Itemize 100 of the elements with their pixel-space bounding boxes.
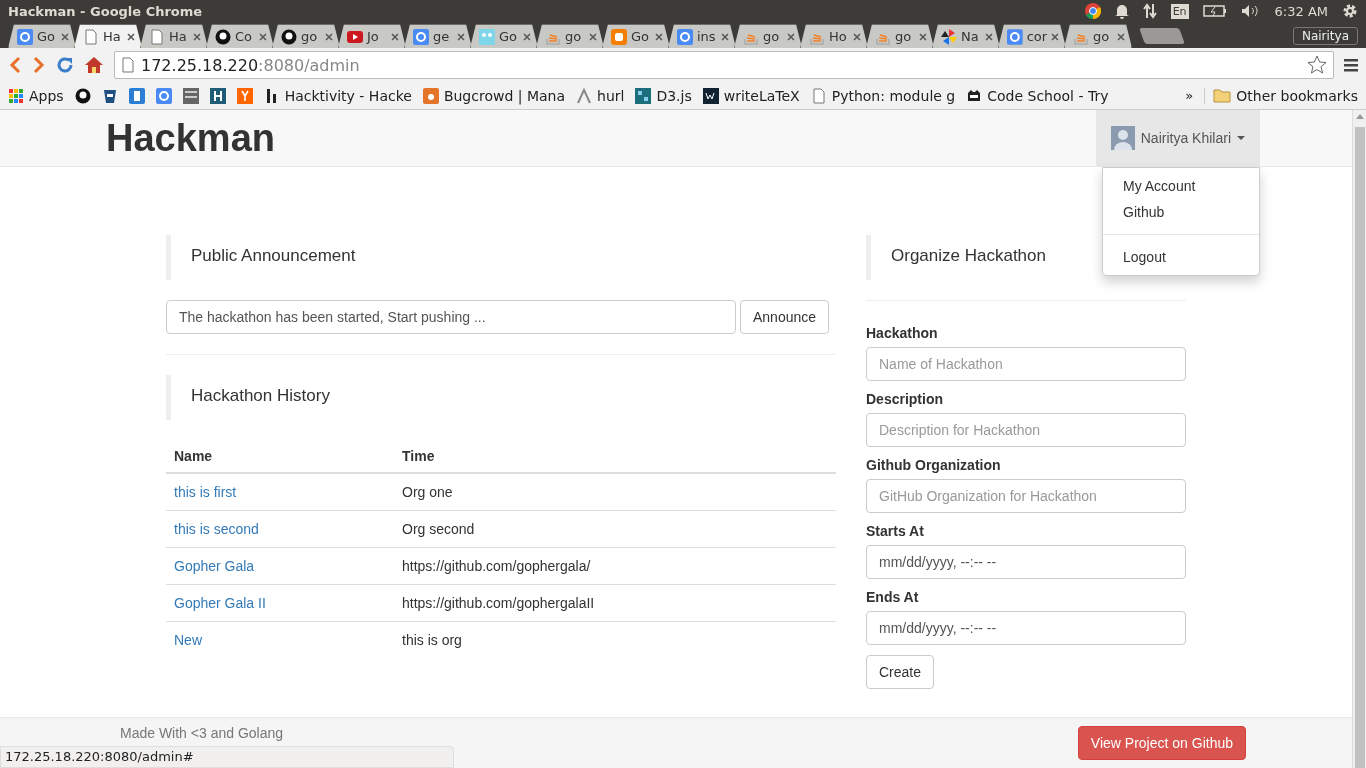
field-label: Description xyxy=(866,391,944,407)
announcement-field[interactable]: The hackathon has been started, Start pushing ... xyxy=(166,300,736,334)
browser-tab[interactable]: go xyxy=(536,24,604,48)
close-icon[interactable] xyxy=(127,32,135,41)
bookmark[interactable]: Apps xyxy=(8,87,64,104)
user-menu-button[interactable]: Nairitya Khilari xyxy=(1095,110,1260,166)
url-path: :8080/admin xyxy=(258,55,360,75)
close-icon[interactable] xyxy=(589,32,597,41)
bookmark[interactable]: D3.js xyxy=(635,87,692,104)
field-label: Starts At xyxy=(866,523,925,539)
more-bookmarks-button[interactable]: » xyxy=(1185,88,1194,103)
close-icon[interactable] xyxy=(853,32,861,41)
square-icon xyxy=(702,87,719,104)
chrome-icon[interactable] xyxy=(1084,3,1101,19)
table-cell: this is org xyxy=(402,631,462,648)
browser-tab[interactable]: Ha xyxy=(140,24,208,48)
avatar xyxy=(1110,126,1135,150)
hackathon-link[interactable]: New xyxy=(174,631,202,648)
close-icon[interactable] xyxy=(325,32,333,41)
forward-icon[interactable] xyxy=(32,56,46,74)
close-icon[interactable] xyxy=(61,32,69,41)
bookmark[interactable]: writeLaTeX xyxy=(702,87,800,104)
close-icon[interactable] xyxy=(457,32,465,41)
input-field[interactable]: Name of Hackathon xyxy=(866,347,1186,381)
bell-icon[interactable] xyxy=(1114,3,1129,19)
address-bar[interactable]: 172.25.18.220:8080/admin xyxy=(114,51,1334,79)
announce-button[interactable]: Announce xyxy=(740,300,830,334)
input-field[interactable]: Description for Hackathon xyxy=(866,413,1186,447)
volume-icon[interactable] xyxy=(1240,4,1261,18)
close-icon[interactable] xyxy=(391,32,399,41)
hackathon-link[interactable]: Gopher Gala xyxy=(174,557,255,574)
browser-tab[interactable]: Ha xyxy=(74,24,142,48)
battery-icon[interactable] xyxy=(1202,4,1227,18)
column-header: Time xyxy=(394,440,836,473)
close-icon[interactable] xyxy=(985,32,993,41)
github-icon xyxy=(74,87,91,104)
browser-tab[interactable]: cor xyxy=(998,24,1066,48)
create-button[interactable]: Create xyxy=(866,655,935,689)
close-icon[interactable] xyxy=(919,32,927,41)
browser-tab[interactable]: go xyxy=(1064,24,1132,48)
profile-button[interactable]: Nairitya xyxy=(1292,27,1358,45)
browser-tab[interactable]: Go xyxy=(602,24,670,48)
brand-logo[interactable]: Hackman xyxy=(106,116,275,160)
new-tab-button[interactable] xyxy=(1139,28,1185,44)
close-icon[interactable] xyxy=(721,32,729,41)
browser-tab[interactable]: Co xyxy=(206,24,274,48)
folder-icon xyxy=(1213,88,1232,103)
arch-icon xyxy=(576,87,592,104)
close-icon[interactable] xyxy=(787,32,795,41)
bookmark[interactable]: Bugcrowd | Mana xyxy=(422,87,565,104)
close-icon[interactable] xyxy=(655,32,663,41)
clock[interactable]: 6:32 AM xyxy=(1274,3,1328,19)
browser-tab[interactable]: Ho xyxy=(800,24,868,48)
github-button[interactable]: View Project on Github xyxy=(1077,726,1246,760)
google-icon xyxy=(17,28,33,45)
menu-icon[interactable] xyxy=(1344,58,1358,72)
browser-tab[interactable]: Na xyxy=(932,24,1000,48)
field-label: Hackathon xyxy=(866,325,939,341)
network-icon[interactable] xyxy=(1142,3,1157,19)
close-icon[interactable] xyxy=(523,32,531,41)
gopher-icon xyxy=(479,28,495,45)
input-field[interactable]: GitHub Organization for Hackathon xyxy=(866,479,1186,513)
table-cell: https://github.com/gophergalaII xyxy=(402,594,595,611)
close-icon[interactable] xyxy=(193,32,201,41)
browser-tab[interactable]: go xyxy=(272,24,340,48)
other-bookmarks[interactable]: Other bookmarks xyxy=(1204,87,1358,104)
gear-icon[interactable] xyxy=(1342,3,1358,19)
browser-tab[interactable]: Go xyxy=(8,24,76,48)
bookmark[interactable]: hurl xyxy=(576,87,625,104)
menu-item[interactable]: Logout xyxy=(1103,244,1259,270)
close-icon[interactable] xyxy=(1051,32,1059,41)
section-heading: Public Announcement xyxy=(166,235,836,280)
hackathon-link[interactable]: this is second xyxy=(174,520,259,537)
field-label: Ends At xyxy=(866,589,920,605)
browser-tab[interactable]: Go xyxy=(470,24,538,48)
github-icon xyxy=(215,28,231,45)
datetime-field[interactable]: mm/dd/yyyy, --:-- -- xyxy=(866,611,1186,645)
browser-tab[interactable]: go xyxy=(866,24,934,48)
square-icon xyxy=(236,87,253,104)
back-icon[interactable] xyxy=(8,56,22,74)
bookmark[interactable]: Hacktivity - Hacke xyxy=(263,87,412,104)
datetime-field[interactable]: mm/dd/yyyy, --:-- -- xyxy=(866,545,1186,579)
browser-tab[interactable]: Jo xyxy=(338,24,406,48)
bookmark[interactable]: Python: module g xyxy=(810,87,956,104)
hackathon-link[interactable]: this is first xyxy=(174,483,237,500)
scrollbar[interactable] xyxy=(1352,110,1366,768)
browser-tab[interactable]: ins xyxy=(668,24,736,48)
browser-tab[interactable]: go xyxy=(734,24,802,48)
reload-icon[interactable] xyxy=(56,56,74,74)
browser-tab[interactable]: ge xyxy=(404,24,472,48)
scroll-up-icon[interactable] xyxy=(1355,114,1364,119)
close-icon[interactable] xyxy=(1117,32,1125,41)
keyboard-layout-indicator[interactable]: En xyxy=(1170,3,1189,19)
hackathon-link[interactable]: Gopher Gala II xyxy=(174,594,266,611)
menu-item[interactable]: Github xyxy=(1103,199,1259,225)
close-icon[interactable] xyxy=(259,32,267,41)
menu-item[interactable]: My Account xyxy=(1103,173,1259,199)
star-icon[interactable] xyxy=(1307,55,1327,75)
home-icon[interactable] xyxy=(84,56,104,74)
bookmark[interactable]: Code School - Try xyxy=(966,87,1109,104)
